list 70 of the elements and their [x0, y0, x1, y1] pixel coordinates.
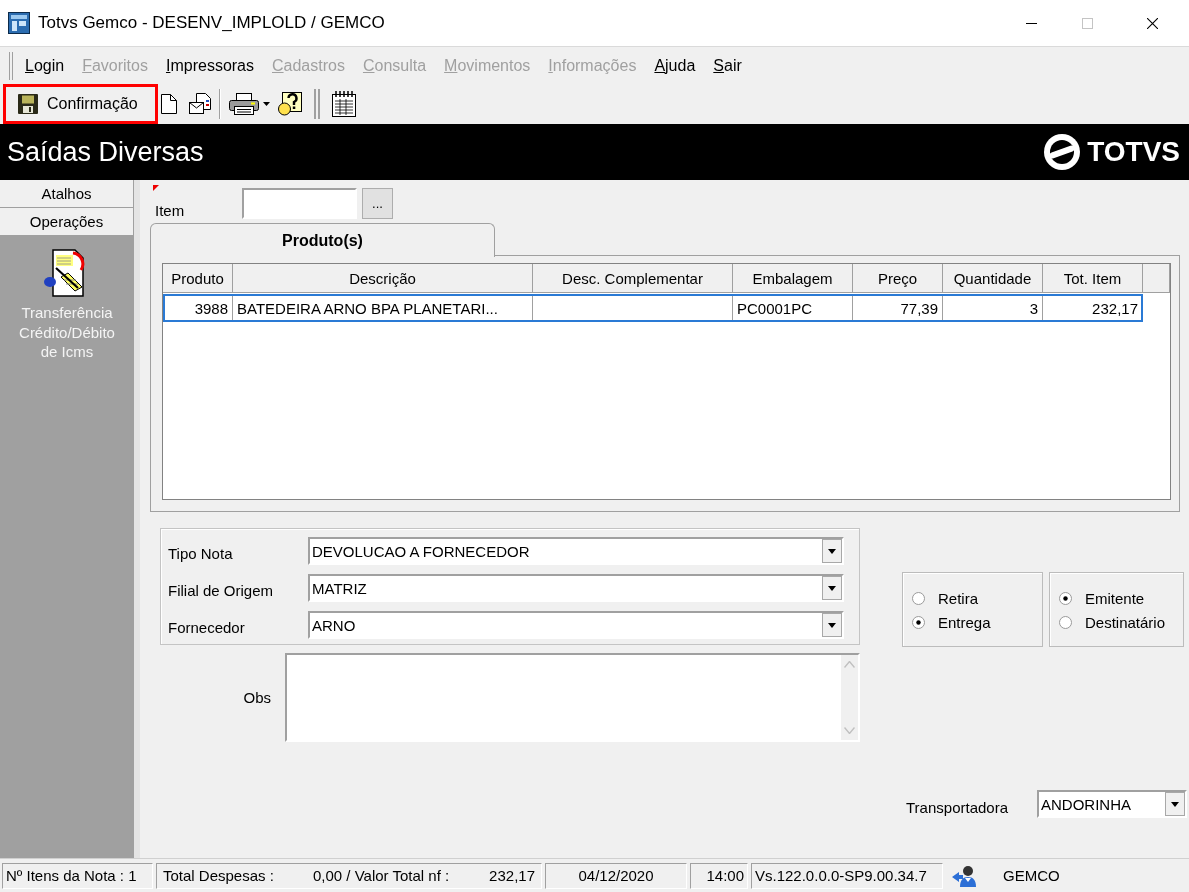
column-header[interactable]: Embalagem [733, 264, 853, 293]
scroll-up-icon [844, 661, 855, 668]
date-text: 04/12/2020 [545, 862, 687, 889]
table-row[interactable]: 3988 BATEDEIRA ARNO BPA PLANETARI... PC0001PC 77,39 3 232,17 [163, 294, 1143, 322]
sidebar-section-button[interactable]: Operações [0, 208, 134, 236]
radio-button[interactable] [912, 615, 925, 629]
column-header[interactable]: Quantidade [943, 264, 1043, 293]
field-label: Obs [243, 689, 271, 706]
radio-label: Entrega [938, 613, 991, 631]
radio-label: Retira [938, 589, 978, 607]
dropdown-field[interactable]: MATRIZ [308, 574, 844, 602]
radio-button[interactable] [1059, 591, 1072, 605]
user-name: GEMCO [1003, 867, 1060, 884]
app-icon [8, 12, 30, 34]
required-marker-icon [153, 185, 159, 191]
new-document-icon[interactable] [160, 94, 177, 114]
dropdown-field[interactable]: ANDORINHA [1037, 790, 1187, 818]
dropdown-field[interactable]: ARNO [308, 611, 844, 639]
browse-button[interactable]: ... [362, 188, 393, 219]
dropdown-field[interactable]: DEVOLUCAO A FORNECEDOR [308, 537, 844, 565]
menu-item[interactable]: Sair [704, 54, 751, 77]
field-label: Filial de Origem [168, 581, 274, 599]
item-label: Item [155, 202, 185, 219]
item-count-text: Nº Itens da Nota : 1 [2, 862, 153, 889]
field-label: Fornecedor [168, 618, 245, 636]
minimize-icon [1025, 22, 1037, 24]
document-envelope-icon[interactable] [188, 93, 213, 115]
menu-item[interactable]: Login [16, 54, 74, 77]
total-label: 0,00 / Valor Total nf : [313, 867, 451, 884]
column-header[interactable]: Preço [853, 264, 943, 293]
table-cell: PC0001PC [737, 299, 813, 317]
close-icon [1146, 17, 1158, 29]
radio-button[interactable] [912, 591, 925, 605]
printer-icon[interactable] [228, 93, 259, 115]
empty-column-header [1143, 264, 1170, 293]
radio-button[interactable] [1059, 615, 1072, 629]
field-label: Transportadora [906, 798, 1008, 816]
table-cell: 3988 [194, 299, 228, 317]
radio-label: Destinatário [1085, 613, 1166, 631]
tab[interactable]: Produto(s) [150, 223, 495, 257]
table-cell: 3 [1029, 299, 1038, 317]
time-text: 14:00 [690, 862, 748, 889]
field-label: Tipo Nota [168, 544, 233, 562]
table-cell: BATEDEIRA ARNO BPA PLANETARI... [237, 299, 498, 317]
column-header[interactable]: Tot. Item [1043, 264, 1143, 293]
scroll-down-icon [844, 727, 855, 734]
expenses-label: Total Despesas : [163, 867, 275, 884]
menu-item[interactable]: Impressoras [156, 54, 263, 77]
notepad-icon[interactable] [331, 91, 356, 117]
item-input-field[interactable] [242, 188, 357, 219]
window-title: Totvs Gemco - DESENV_IMPLOLD / GEMCO [38, 13, 386, 33]
radio-label: Emitente [1085, 589, 1145, 607]
sidebar-section-button[interactable]: Atalhos [0, 180, 134, 208]
version-text: Vs.122.0.0.0-SP9.00.34.7 [751, 862, 943, 889]
logo-icon [1044, 134, 1081, 170]
user-icon [952, 864, 976, 887]
column-header[interactable]: Descrição [233, 264, 533, 293]
logo-wordmark: TOTVS [1087, 136, 1180, 168]
table-cell: 232,17 [1092, 299, 1138, 317]
confirm-button[interactable]: Confirmação [3, 84, 158, 124]
table-cell: 77,39 [900, 299, 938, 317]
menu-item[interactable]: Ajuda [645, 54, 705, 77]
column-header[interactable]: Produto [163, 264, 233, 293]
page-title: Saídas Diversas [7, 136, 205, 168]
total-value: 232,17 [489, 867, 535, 884]
obs-text-area[interactable] [285, 653, 860, 742]
column-header[interactable]: Desc. Complementar [533, 264, 733, 293]
help-icon[interactable] [277, 92, 302, 116]
caret-icon[interactable] [262, 102, 270, 106]
scrollbar[interactable] [841, 655, 858, 740]
